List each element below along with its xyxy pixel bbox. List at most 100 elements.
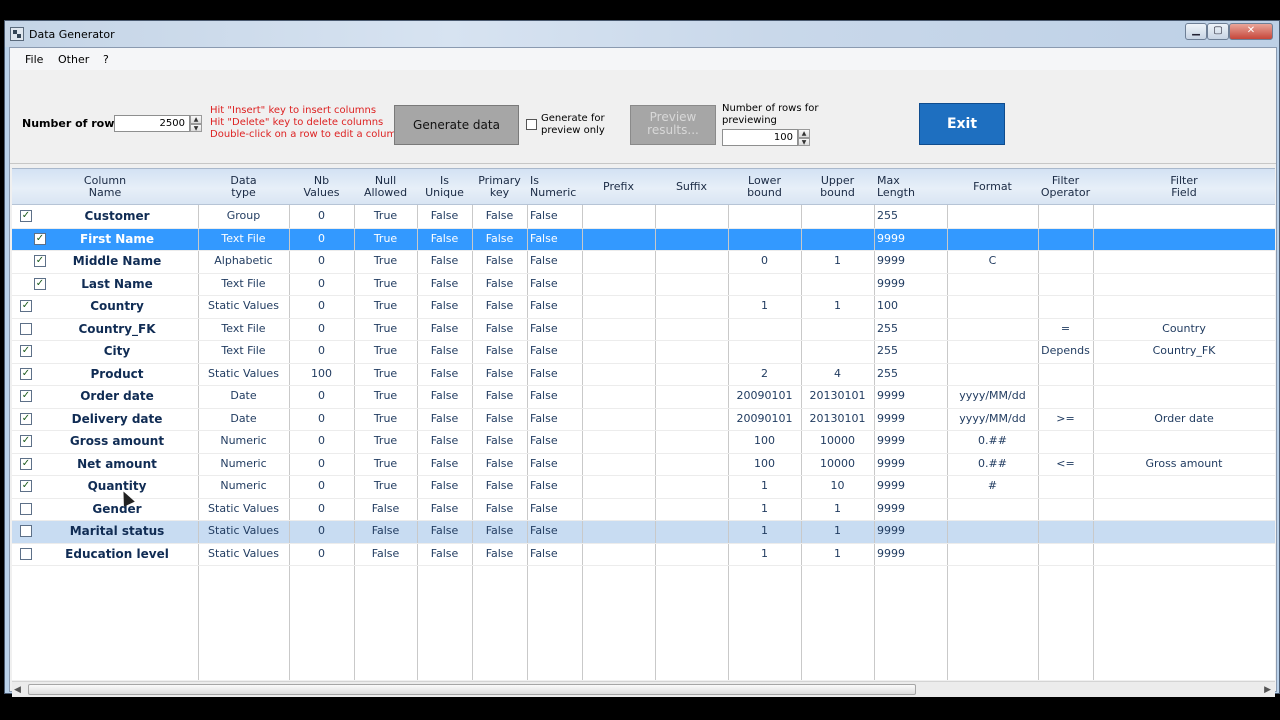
cell-lower-bound: 20090101	[736, 411, 793, 425]
cell-nb-values: 0	[318, 344, 325, 357]
table-row[interactable]: Gender Static Values 0 False False False False…	[12, 498, 1275, 521]
preview-results-button[interactable]: Preview results...	[630, 105, 716, 145]
table-row[interactable]: ✓ Product Static Values 100 True False False Fa…	[12, 363, 1275, 386]
table-row[interactable]: ✓ Gross amount Numeric 0 True False False False…	[12, 430, 1275, 453]
scrollbar-thumb[interactable]	[28, 684, 916, 695]
table-row[interactable]: ✓ Last Name Text File 0 True False False False 9…	[12, 273, 1275, 296]
cell-upper-bound	[801, 205, 874, 228]
row-enabled-checkbox[interactable]: ✓	[20, 345, 32, 357]
row-enabled-checkbox[interactable]: ✓	[20, 300, 32, 312]
rows-increment-button[interactable]: ▲	[190, 115, 202, 124]
cell-primary-key: False	[485, 479, 514, 492]
row-enabled-checkbox[interactable]: ✓	[20, 457, 32, 470]
cell-lower-bound	[728, 273, 801, 296]
table-row[interactable]: ✓ Customer Group 0 True False False False 255	[12, 205, 1275, 228]
cell-prefix	[582, 318, 655, 341]
header-col-is-numeric[interactable]: Is Numeric	[527, 169, 582, 205]
header-col-nb-values[interactable]: Nb Values	[289, 169, 354, 205]
cell-null-allowed: False	[371, 546, 400, 560]
row-enabled-checkbox[interactable]	[20, 525, 32, 537]
generate-data-button[interactable]: Generate data	[394, 105, 519, 145]
scroll-left-icon[interactable]: ◀	[14, 685, 21, 695]
header-col-format[interactable]: Format	[947, 169, 1038, 205]
table-row[interactable]: ✓ Quantity Numeric 0 True False False False 1 10 9…	[12, 475, 1275, 498]
cell-name: Quantity	[87, 479, 147, 493]
table-row[interactable]: ✓ First Name Text File 0 True False False False…	[12, 227, 1275, 250]
column-divider	[289, 205, 290, 680]
table-row[interactable]: ✓ Country Static Values 0 True False False Fals…	[12, 295, 1275, 318]
header-col-null-allowed[interactable]: Null Allowed	[354, 169, 417, 205]
cell-null-allowed: True	[373, 209, 398, 222]
row-divider	[12, 227, 1275, 229]
cell-nb-values: 0	[318, 299, 325, 312]
header-col-filter-operator[interactable]: Filter Operator	[1038, 169, 1093, 205]
title-bar[interactable]: Data Generator ▁ ▢ ✕	[5, 21, 1279, 47]
menu-other[interactable]: Other	[58, 53, 89, 66]
row-enabled-checkbox[interactable]: ✓	[20, 367, 32, 380]
header-col-filter-field[interactable]: Filter Field	[1093, 169, 1275, 205]
cell-format	[947, 318, 1038, 341]
cell-null-allowed: False	[371, 501, 400, 515]
cell-type: Text File	[221, 231, 266, 245]
rows-decrement-button[interactable]: ▼	[190, 124, 202, 132]
row-enabled-checkbox[interactable]	[20, 322, 32, 335]
preview-rows-decrement-button[interactable]: ▼	[798, 138, 810, 146]
preview-rows-increment-button[interactable]: ▲	[798, 129, 810, 138]
header-col-lower-bound[interactable]: Lower bound	[728, 169, 801, 205]
row-enabled-checkbox[interactable]: ✓	[20, 390, 32, 402]
menu-file[interactable]: File	[25, 53, 43, 66]
table-row[interactable]: ✓ Middle Name Alphabetic 0 True False False Fal…	[12, 250, 1275, 273]
cell-nb-values: 0	[318, 411, 325, 425]
column-divider	[1038, 205, 1039, 680]
preview-rows-input[interactable]: 100	[722, 129, 798, 146]
close-button[interactable]: ✕	[1229, 23, 1273, 40]
table-row[interactable]: ✓ Delivery date Date 0 True False False False 20…	[12, 408, 1275, 431]
menu-help[interactable]: ?	[103, 53, 109, 66]
minimize-button[interactable]: ▁	[1185, 23, 1207, 40]
row-enabled-checkbox[interactable]: ✓	[20, 480, 32, 492]
header-col-suffix[interactable]: Suffix	[655, 169, 728, 205]
rows-input[interactable]: 2500	[114, 115, 190, 132]
row-enabled-checkbox[interactable]	[20, 502, 32, 515]
cell-is-numeric: False	[530, 344, 558, 357]
row-enabled-checkbox[interactable]: ✓	[20, 210, 32, 222]
cell-name: City	[103, 344, 131, 358]
cell-upper-bound: 4	[834, 366, 841, 380]
exit-button[interactable]: Exit	[919, 103, 1005, 145]
maximize-button[interactable]: ▢	[1207, 23, 1229, 40]
header-col-type[interactable]: Data type	[198, 169, 289, 205]
header-col-name[interactable]: Column Name	[12, 169, 198, 205]
table-row[interactable]: ✓ Net amount Numeric 0 True False False False 10…	[12, 453, 1275, 476]
cell-nb-values: 0	[318, 254, 325, 267]
row-enabled-checkbox[interactable]	[20, 547, 32, 560]
cell-upper-bound: 1	[834, 524, 841, 537]
cell-lower-bound: 1	[761, 546, 768, 560]
cell-filter-operator	[1038, 475, 1093, 498]
cell-format: 0.##	[978, 456, 1007, 470]
cell-suffix	[655, 250, 728, 273]
cell-lower-bound: 1	[761, 479, 768, 492]
table-row[interactable]: Country_FK Text File 0 True False False False 2…	[12, 318, 1275, 341]
row-enabled-checkbox[interactable]: ✓	[20, 435, 32, 447]
cell-null-allowed: False	[371, 524, 400, 537]
header-col-primary-key[interactable]: Primary key	[472, 169, 527, 205]
cell-type: Static Values	[208, 546, 279, 560]
row-enabled-checkbox[interactable]: ✓	[20, 412, 32, 425]
cell-name: Education level	[65, 546, 169, 561]
cell-primary-key: False	[485, 434, 514, 447]
table-row[interactable]: ✓ Order date Date 0 True False False False 20090…	[12, 385, 1275, 408]
scroll-right-icon[interactable]: ▶	[1264, 685, 1271, 695]
table-row[interactable]: ✓ City Text File 0 True False False False 255 Dep…	[12, 340, 1275, 363]
table-row[interactable]: Marital status Static Values 0 False False Fa…	[12, 520, 1275, 543]
header-col-prefix[interactable]: Prefix	[582, 169, 655, 205]
header-col-upper-bound[interactable]: Upper bound	[801, 169, 874, 205]
header-col-max-length[interactable]: Max Length	[874, 169, 947, 205]
column-divider	[417, 205, 418, 680]
cell-is-numeric: False	[530, 231, 558, 245]
table-row[interactable]: Education level Static Values 0 False False F…	[12, 543, 1275, 566]
horizontal-scrollbar[interactable]: ◀ ▶	[12, 681, 1275, 697]
cell-null-allowed: True	[373, 411, 398, 425]
preview-only-checkbox[interactable]	[526, 119, 537, 130]
cell-is-numeric: False	[530, 254, 558, 267]
header-col-is-unique[interactable]: Is Unique	[417, 169, 472, 205]
